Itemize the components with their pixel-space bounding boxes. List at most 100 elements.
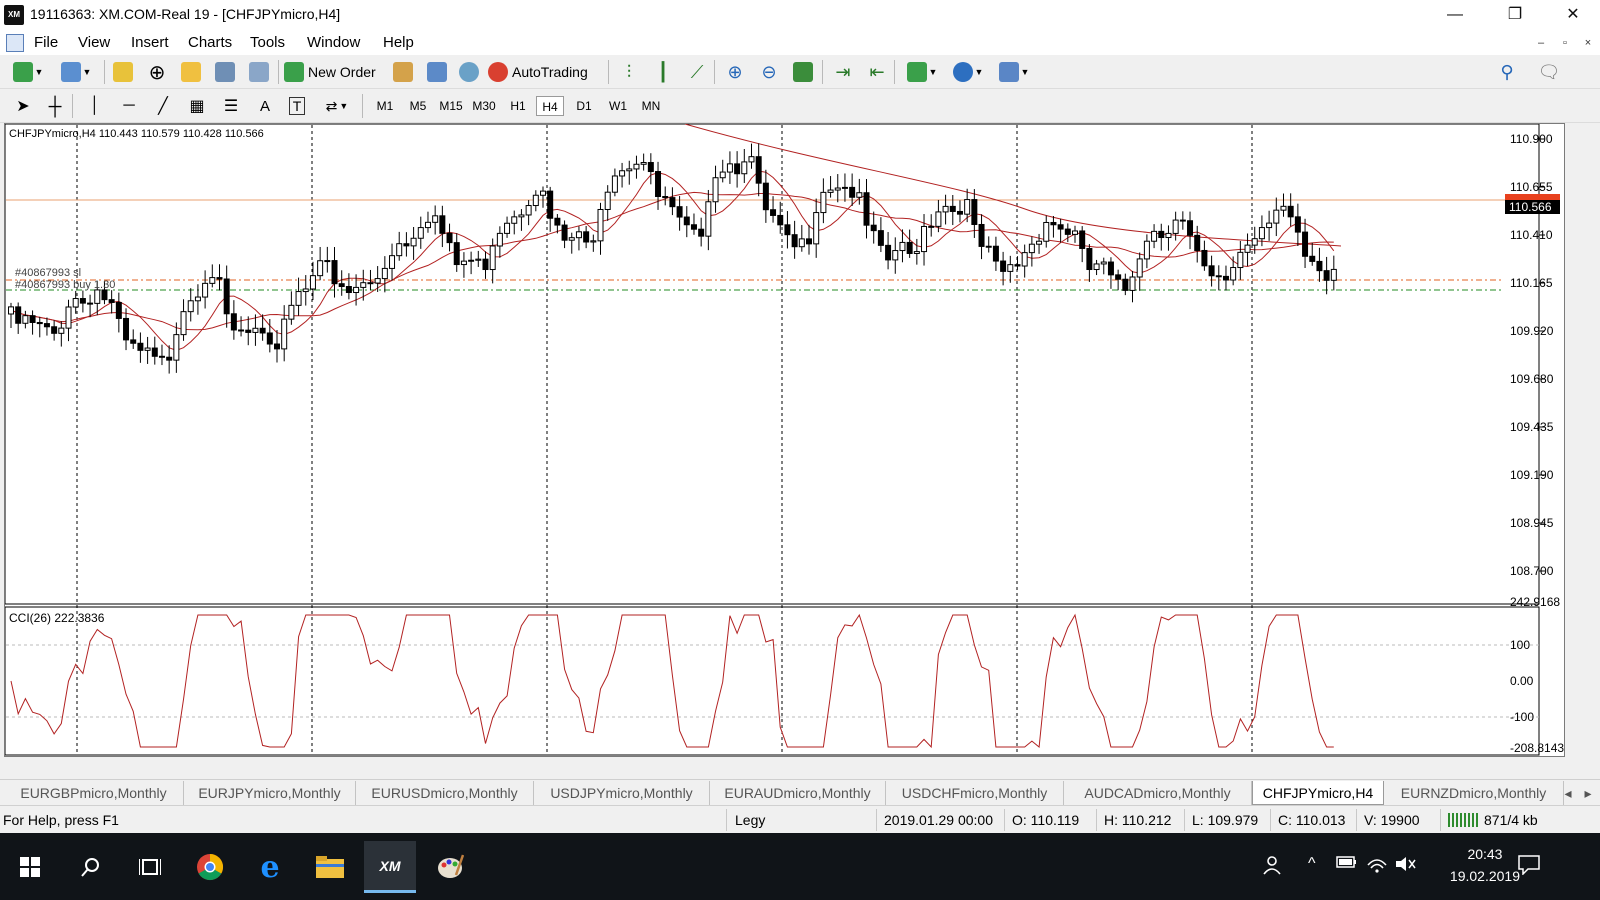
- document-icon[interactable]: [6, 34, 24, 52]
- chat-button[interactable]: 🗨: [1534, 60, 1564, 84]
- tab-scroll-left[interactable]: ◂: [1560, 781, 1576, 805]
- system-clock[interactable]: 20:43 19.02.2019: [1450, 843, 1520, 887]
- chrome-taskbar-button[interactable]: [184, 841, 236, 893]
- candle-body: [1036, 240, 1043, 245]
- fibonacci-button[interactable]: ☰: [220, 94, 242, 118]
- timeframe-m15[interactable]: M15: [436, 96, 466, 116]
- vertical-line-button[interactable]: │: [84, 94, 106, 118]
- timeframe-mn[interactable]: MN: [638, 96, 664, 116]
- mdi-close-button[interactable]: ×: [1577, 34, 1599, 52]
- battery-icon[interactable]: [1336, 855, 1358, 872]
- timeframe-w1[interactable]: W1: [606, 96, 630, 116]
- timeframe-m30[interactable]: M30: [469, 96, 499, 116]
- minimize-button[interactable]: —: [1430, 0, 1480, 31]
- task-view-button[interactable]: [124, 841, 176, 893]
- timeframe-m1[interactable]: M1: [372, 96, 398, 116]
- periods-button[interactable]: ▼: [948, 60, 988, 84]
- bar-chart-button[interactable]: ⫶: [616, 60, 642, 84]
- templates-button[interactable]: ▼: [994, 60, 1034, 84]
- tile-windows-button[interactable]: [790, 60, 816, 84]
- menu-window[interactable]: Window: [307, 33, 360, 52]
- candle-body: [1122, 278, 1129, 291]
- tab-euraud[interactable]: EURAUDmicro,Monthly: [710, 781, 886, 805]
- tab-usdchf[interactable]: USDCHFmicro,Monthly: [886, 781, 1064, 805]
- people-icon[interactable]: [1262, 855, 1282, 878]
- menu-file[interactable]: File: [34, 33, 58, 52]
- cursor-button[interactable]: ➤: [12, 94, 34, 118]
- profiles-button[interactable]: ▼: [56, 60, 96, 84]
- candle-body: [173, 334, 180, 361]
- xm-icon: XM: [379, 857, 401, 874]
- new-chart-button[interactable]: ▼: [8, 60, 48, 84]
- explorer-taskbar-button[interactable]: [304, 841, 356, 893]
- line-chart-button[interactable]: ⟋: [684, 60, 710, 84]
- trendline-button[interactable]: ╱: [152, 94, 174, 118]
- notifications-icon[interactable]: [1518, 855, 1540, 878]
- candle-body: [309, 275, 316, 290]
- zoom-out-button[interactable]: ⊖: [756, 60, 782, 84]
- paint-taskbar-button[interactable]: [424, 841, 476, 893]
- menu-tools[interactable]: Tools: [250, 33, 285, 52]
- text-label-button[interactable]: T: [286, 94, 308, 118]
- auto-scroll-button[interactable]: ⇥: [830, 60, 856, 84]
- data-window-button[interactable]: ⊕: [144, 60, 170, 84]
- mdi-restore-button[interactable]: ▫: [1554, 34, 1576, 52]
- crosshair-button[interactable]: ┼: [44, 94, 66, 118]
- candle-body: [590, 240, 597, 243]
- candle-body: [238, 329, 245, 332]
- start-button[interactable]: [4, 841, 56, 893]
- tab-chfjpy-h4[interactable]: CHFJPYmicro,H4: [1252, 781, 1384, 805]
- line-studies-toolbar: ➤ ┼ │ ─ ╱ ▦ ☰ A T ⇄ ▼ M1 M5 M15 M30 H1 H4…: [0, 89, 1600, 123]
- tab-audcad[interactable]: AUDCADmicro,Monthly: [1064, 781, 1252, 805]
- menu-charts[interactable]: Charts: [188, 33, 232, 52]
- search-button[interactable]: ⚲: [1494, 60, 1520, 84]
- zoom-in-button[interactable]: ⊕: [722, 60, 748, 84]
- mdi-minimize-button[interactable]: –: [1530, 34, 1552, 52]
- timeframe-m5[interactable]: M5: [405, 96, 431, 116]
- xm-terminal-taskbar-button[interactable]: XM: [364, 841, 416, 893]
- chart-window[interactable]: 110.900 110.655 110.410 110.165 109.920 109.6…: [4, 123, 1565, 757]
- tab-eurjpy[interactable]: EURJPYmicro,Monthly: [184, 781, 356, 805]
- candlestick-button[interactable]: ┃: [650, 60, 676, 84]
- candle-body: [489, 245, 496, 271]
- menu-insert[interactable]: Insert: [131, 33, 169, 52]
- tab-eurusd[interactable]: EURUSDmicro,Monthly: [356, 781, 534, 805]
- tab-eurnzd[interactable]: EURNZDmicro,Monthly: [1384, 781, 1564, 805]
- arrows-button[interactable]: ⇄ ▼: [318, 94, 356, 118]
- candle-body: [317, 260, 324, 277]
- tab-usdjpy[interactable]: USDJPYmicro,Monthly: [534, 781, 710, 805]
- chevron-up-icon[interactable]: ^: [1308, 855, 1316, 873]
- clock-date: 19.02.2019: [1449, 868, 1520, 884]
- timeframe-d1[interactable]: D1: [572, 96, 596, 116]
- metaeditor-button[interactable]: [390, 60, 416, 84]
- candle-body: [1302, 231, 1309, 257]
- search-taskbar-button[interactable]: [64, 841, 116, 893]
- connection-status[interactable]: 871/4 kb: [1448, 812, 1538, 828]
- navigator-button[interactable]: [178, 60, 204, 84]
- channel-button[interactable]: ▦: [186, 94, 208, 118]
- tab-scroll-right[interactable]: ▸: [1580, 781, 1596, 805]
- indicators-button[interactable]: ▼: [902, 60, 942, 84]
- tab-eurgbp[interactable]: EURGBPmicro,Monthly: [4, 781, 184, 805]
- market-watch-button[interactable]: [110, 60, 136, 84]
- chart-shift-button[interactable]: ⇤: [864, 60, 890, 84]
- candle-body: [525, 205, 532, 216]
- timeframe-h1[interactable]: H1: [506, 96, 530, 116]
- volume-icon[interactable]: [1394, 855, 1416, 876]
- close-button[interactable]: ✕: [1548, 0, 1598, 31]
- timeframe-h4[interactable]: H4: [536, 96, 564, 116]
- menu-help[interactable]: Help: [383, 33, 414, 52]
- signals-button[interactable]: [424, 60, 450, 84]
- menu-view[interactable]: View: [78, 33, 110, 52]
- restore-button[interactable]: ❐: [1490, 0, 1540, 31]
- strategy-tester-button[interactable]: [246, 60, 272, 84]
- autotrading-button[interactable]: AutoTrading: [488, 60, 600, 84]
- text-button[interactable]: A: [254, 94, 276, 118]
- edge-taskbar-button[interactable]: e: [244, 841, 296, 893]
- horizontal-line-button[interactable]: ─: [118, 94, 140, 118]
- new-order-button[interactable]: New Order: [284, 60, 384, 84]
- market-button[interactable]: [456, 60, 482, 84]
- price-chart[interactable]: 110.900 110.655 110.410 110.165 109.920 109.6…: [5, 124, 1564, 756]
- terminal-button[interactable]: [212, 60, 238, 84]
- wifi-icon[interactable]: [1366, 855, 1388, 876]
